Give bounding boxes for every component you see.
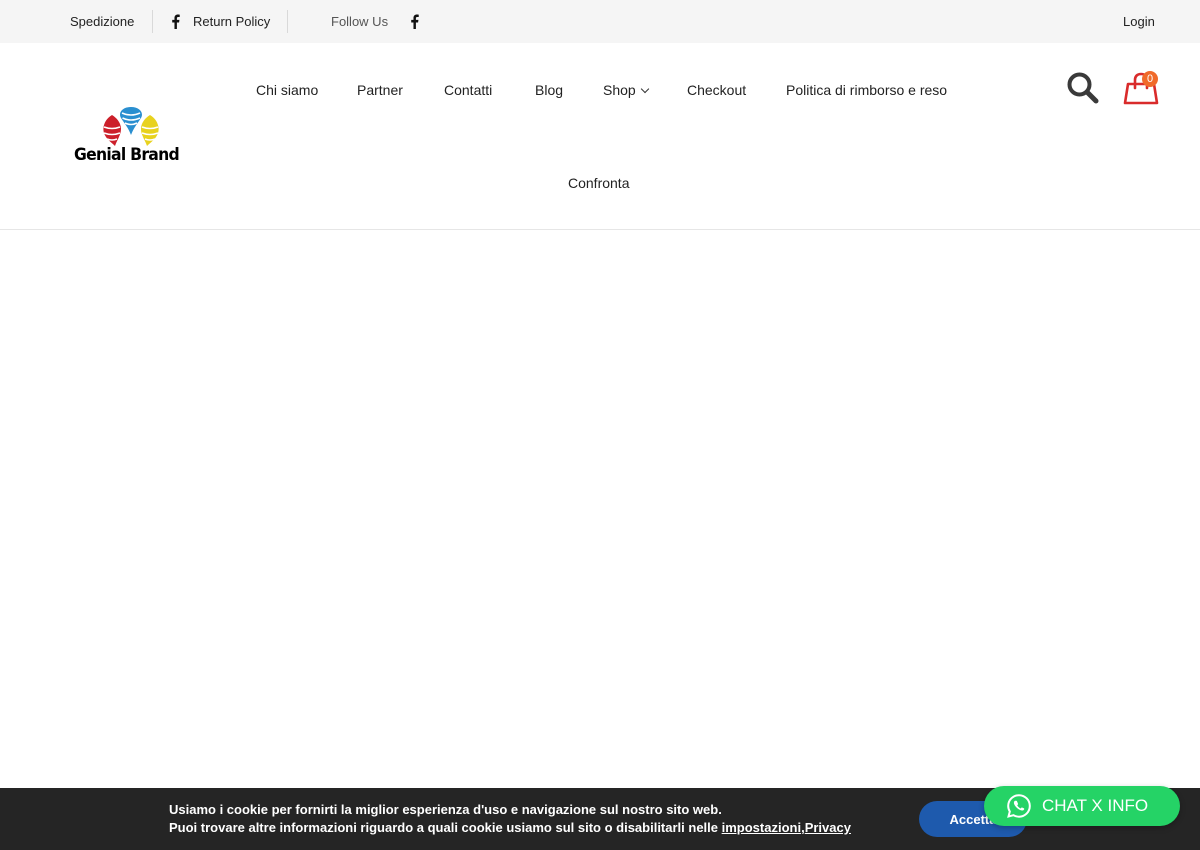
- nav-contatti[interactable]: Contatti: [444, 82, 492, 98]
- shipping-label: Spedizione: [70, 14, 135, 29]
- cookie-line-2: Puoi trovare altre informazioni riguardo…: [169, 819, 851, 837]
- top-bar: Spedizione Return Policy Follow Us Login: [0, 0, 1200, 43]
- site-logo[interactable]: Genial Brand: [72, 105, 192, 167]
- login-link[interactable]: Login: [1123, 0, 1155, 43]
- follow-us-label: Follow Us: [331, 14, 389, 29]
- nav-confronta[interactable]: Confronta: [568, 175, 629, 191]
- nav-shop[interactable]: Shop: [603, 82, 649, 98]
- nav-partner[interactable]: Partner: [357, 82, 403, 98]
- facebook-follow-link[interactable]: [408, 0, 420, 43]
- cookie-message: Usiamo i cookie per fornirti la miglior …: [169, 801, 851, 837]
- topbar-divider: [287, 10, 288, 33]
- chat-label: CHAT X INFO: [1042, 796, 1149, 815]
- cookie-line-1: Usiamo i cookie per fornirti la miglior …: [169, 802, 722, 817]
- nav-chi-siamo[interactable]: Chi siamo: [256, 82, 318, 98]
- chevron-down-icon: [640, 84, 649, 94]
- return-policy-link[interactable]: Return Policy: [169, 0, 270, 43]
- whatsapp-chat-button[interactable]: CHAT X INFO: [984, 786, 1180, 826]
- nav-politica-rimborso[interactable]: Politica di rimborso e reso: [786, 82, 947, 98]
- search-icon[interactable]: [1066, 71, 1100, 105]
- topbar-divider: [152, 10, 153, 33]
- cookie-settings-link[interactable]: impostazioni: [722, 820, 801, 835]
- shipping-link[interactable]: Spedizione: [70, 0, 134, 43]
- whatsapp-icon: [1007, 794, 1031, 818]
- logo-drops-icon: [103, 107, 159, 146]
- logo-text: Genial Brand: [74, 145, 180, 165]
- cookie-line-2-text: Puoi trovare altre informazioni riguardo…: [169, 820, 722, 835]
- site-header: Genial Brand Chi siamo Partner Contatti …: [0, 43, 1200, 230]
- cart-count-badge: 0: [1142, 71, 1158, 87]
- nav-checkout[interactable]: Checkout: [687, 82, 746, 98]
- facebook-icon: [408, 14, 420, 29]
- return-policy-label: Return Policy: [193, 14, 271, 29]
- nav-shop-label: Shop: [603, 82, 636, 98]
- privacy-link[interactable]: Privacy: [805, 820, 851, 835]
- facebook-icon: [169, 14, 181, 29]
- nav-blog[interactable]: Blog: [535, 82, 563, 98]
